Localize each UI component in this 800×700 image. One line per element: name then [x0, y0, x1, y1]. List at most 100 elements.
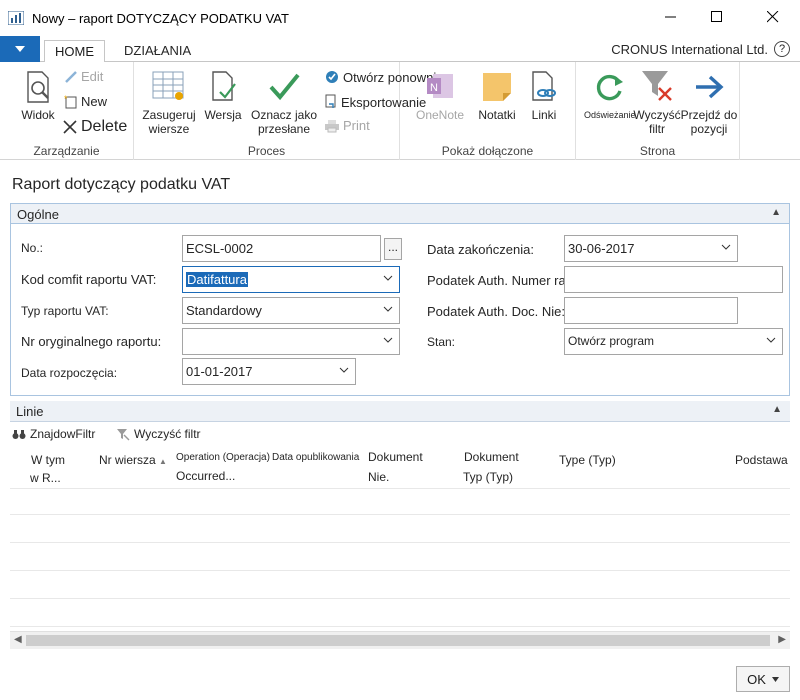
print-button[interactable]: Print: [324, 118, 370, 133]
col-podstawa[interactable]: Podstawa: [735, 450, 788, 470]
col-dok-typ-label-2: Typ (Typ): [463, 470, 514, 484]
ribbon-tabstrip: HOME DZIAŁANIA CRONUS International Ltd.…: [0, 36, 800, 63]
page-title: Raport dotyczący podatku VAT: [12, 176, 231, 193]
table-row[interactable]: [10, 572, 790, 599]
typ-label: Typ raportu VAT:: [21, 304, 109, 318]
clear-filter-icon: [642, 71, 672, 101]
view-document-icon: [27, 71, 49, 103]
export-icon: [325, 94, 336, 108]
tab-dzialania[interactable]: DZIAŁANIA: [114, 40, 201, 63]
binoculars-icon: [12, 430, 26, 439]
oznacz-jako-przeslane-button[interactable]: Oznacz jako przesłane: [246, 70, 322, 136]
table-row[interactable]: [10, 544, 790, 571]
help-icon[interactable]: ?: [774, 41, 790, 57]
wersja-button[interactable]: Wersja: [202, 70, 244, 122]
lines-toolbar: ZnajdowFiltr Wyczyść filtr: [10, 424, 790, 444]
table-row[interactable]: [10, 488, 790, 515]
col-data-opublikowania[interactable]: Data opublikowania: [272, 448, 359, 468]
close-icon: [767, 11, 779, 23]
delete-button[interactable]: Delete: [62, 118, 127, 136]
edit-button[interactable]: Edit: [64, 69, 103, 84]
stan-field[interactable]: Otwórz program: [564, 328, 783, 355]
app-menu-button[interactable]: [0, 36, 40, 62]
auth-rachunek-field[interactable]: [564, 266, 783, 293]
table-row[interactable]: [10, 516, 790, 543]
no-value: ECSL-0002: [186, 241, 254, 256]
close-button[interactable]: [750, 0, 796, 34]
lines-grid: W tym w R... Nr wiersza ▲ Operation (Ope…: [10, 444, 790, 630]
zasugeruj-wiersze-button[interactable]: Zasugeruj wiersze: [138, 70, 200, 136]
ribbon-group-zarzadzanie: Widok Edit * New Delete Zarządzanie: [0, 62, 134, 160]
no-field[interactable]: ECSL-0002: [182, 235, 381, 262]
new-button[interactable]: * New: [64, 94, 107, 109]
maximize-button[interactable]: [694, 0, 740, 34]
col-w-tym[interactable]: W tym: [31, 450, 65, 470]
col-type-label: Type (Typ): [559, 453, 616, 467]
arrow-right-icon: [696, 75, 724, 99]
fasttab-ogolne-header[interactable]: Ogólne ▲: [10, 203, 790, 224]
notatki-button[interactable]: Notatki: [474, 70, 520, 122]
data-rozpoczecia-field[interactable]: 01-01-2017: [182, 358, 356, 385]
table-row[interactable]: [10, 600, 790, 627]
find-filter-button[interactable]: ZnajdowFiltr: [12, 427, 95, 441]
wersja-label: Wersja: [204, 108, 242, 122]
collapse-chevron-icon[interactable]: ▲: [772, 404, 782, 415]
col-dokument-nie[interactable]: Dokument: [368, 447, 423, 467]
clear-filter-button[interactable]: Wyczyść filtr: [116, 427, 201, 441]
data-zakonczenia-field[interactable]: 30-06-2017: [564, 235, 738, 262]
delete-label: Delete: [81, 118, 128, 135]
col-dokument-typ[interactable]: Dokument: [464, 447, 519, 467]
auth-doc-field[interactable]: [564, 297, 738, 324]
scroll-left-icon[interactable]: ◀: [14, 634, 22, 645]
ribbon-group-pokaz-dolaczone: N OneNote Notatki Linki Pokaż dołączone: [400, 62, 576, 160]
wyczysc-filtr-button[interactable]: Wyczyść filtr: [632, 68, 682, 136]
col-operation[interactable]: Operation (Operacja): [176, 448, 270, 468]
col-type[interactable]: Type (Typ): [559, 450, 616, 470]
scrollbar-thumb[interactable]: [26, 635, 770, 646]
window-title: Nowy – raport DOTYCZĄCY PODATKU VAT: [32, 11, 289, 26]
chevron-down-icon: [383, 306, 393, 312]
col-w-r-label: w R...: [30, 471, 61, 485]
kod-label: Kod comfit raportu VAT:: [21, 272, 157, 287]
col-podstawa-label: Podstawa: [735, 453, 788, 467]
typ-value: Standardowy: [186, 303, 262, 318]
sticky-note-icon: [483, 73, 511, 101]
checkmark-icon: [269, 73, 300, 101]
ok-button[interactable]: OK: [736, 666, 790, 692]
assist-edit-button[interactable]: ...: [384, 238, 402, 260]
edit-label: Edit: [81, 69, 104, 84]
scroll-right-icon[interactable]: ▶: [778, 634, 786, 645]
nr-label: Nr oryginalnego raportu:: [21, 334, 162, 349]
ribbon-group-proces: Zasugeruj wiersze Wersja Oznacz jako prz…: [134, 62, 443, 160]
no-label: No.:: [21, 241, 44, 255]
onenote-label: OneNote: [415, 108, 465, 122]
col-dok-nie-label-1: Dokument: [368, 450, 423, 464]
widok-button[interactable]: Widok: [12, 70, 64, 122]
chevron-down-icon: [383, 275, 393, 281]
data-zakonczenia-value: 30-06-2017: [568, 241, 635, 256]
fasttab-linie-header[interactable]: Linie ▲: [10, 401, 790, 422]
company-name[interactable]: CRONUS International Ltd.: [611, 42, 768, 57]
minimize-button[interactable]: [648, 0, 694, 34]
col-dokument-typ-2: Typ (Typ): [463, 467, 513, 487]
kod-field[interactable]: Datifattura: [182, 266, 400, 293]
przejdz-do-pozycji-button[interactable]: Przejdź do pozycji: [680, 70, 738, 136]
caret-down-icon: [771, 676, 779, 682]
linki-button[interactable]: Linki: [524, 70, 564, 122]
odswiezanie-button[interactable]: Odświeżanie: [584, 70, 636, 122]
group-label-proces: Proces: [247, 144, 286, 158]
collapse-chevron-icon[interactable]: ▲: [771, 207, 781, 218]
col-nr-wiersza[interactable]: Nr wiersza ▲: [99, 450, 167, 472]
ribbon: Widok Edit * New Delete Zarządzanie Zasu…: [0, 62, 800, 160]
typ-field[interactable]: Standardowy: [182, 297, 400, 324]
pencil-icon: [65, 70, 77, 83]
horizontal-scrollbar[interactable]: ◀ ▶: [10, 631, 790, 649]
ok-label: OK: [747, 671, 766, 687]
odswiezanie-label: Odświeżanie: [584, 110, 636, 120]
ribbon-group-strona: Odświeżanie Wyczyść filtr Przejdź do poz…: [576, 62, 740, 160]
zasugeruj-label: Zasugeruj wiersze: [142, 108, 196, 136]
col-w-tym-label: W tym: [31, 453, 65, 467]
tab-home[interactable]: HOME: [44, 40, 105, 63]
onenote-button[interactable]: N OneNote: [410, 70, 470, 122]
nr-field[interactable]: [182, 328, 400, 355]
